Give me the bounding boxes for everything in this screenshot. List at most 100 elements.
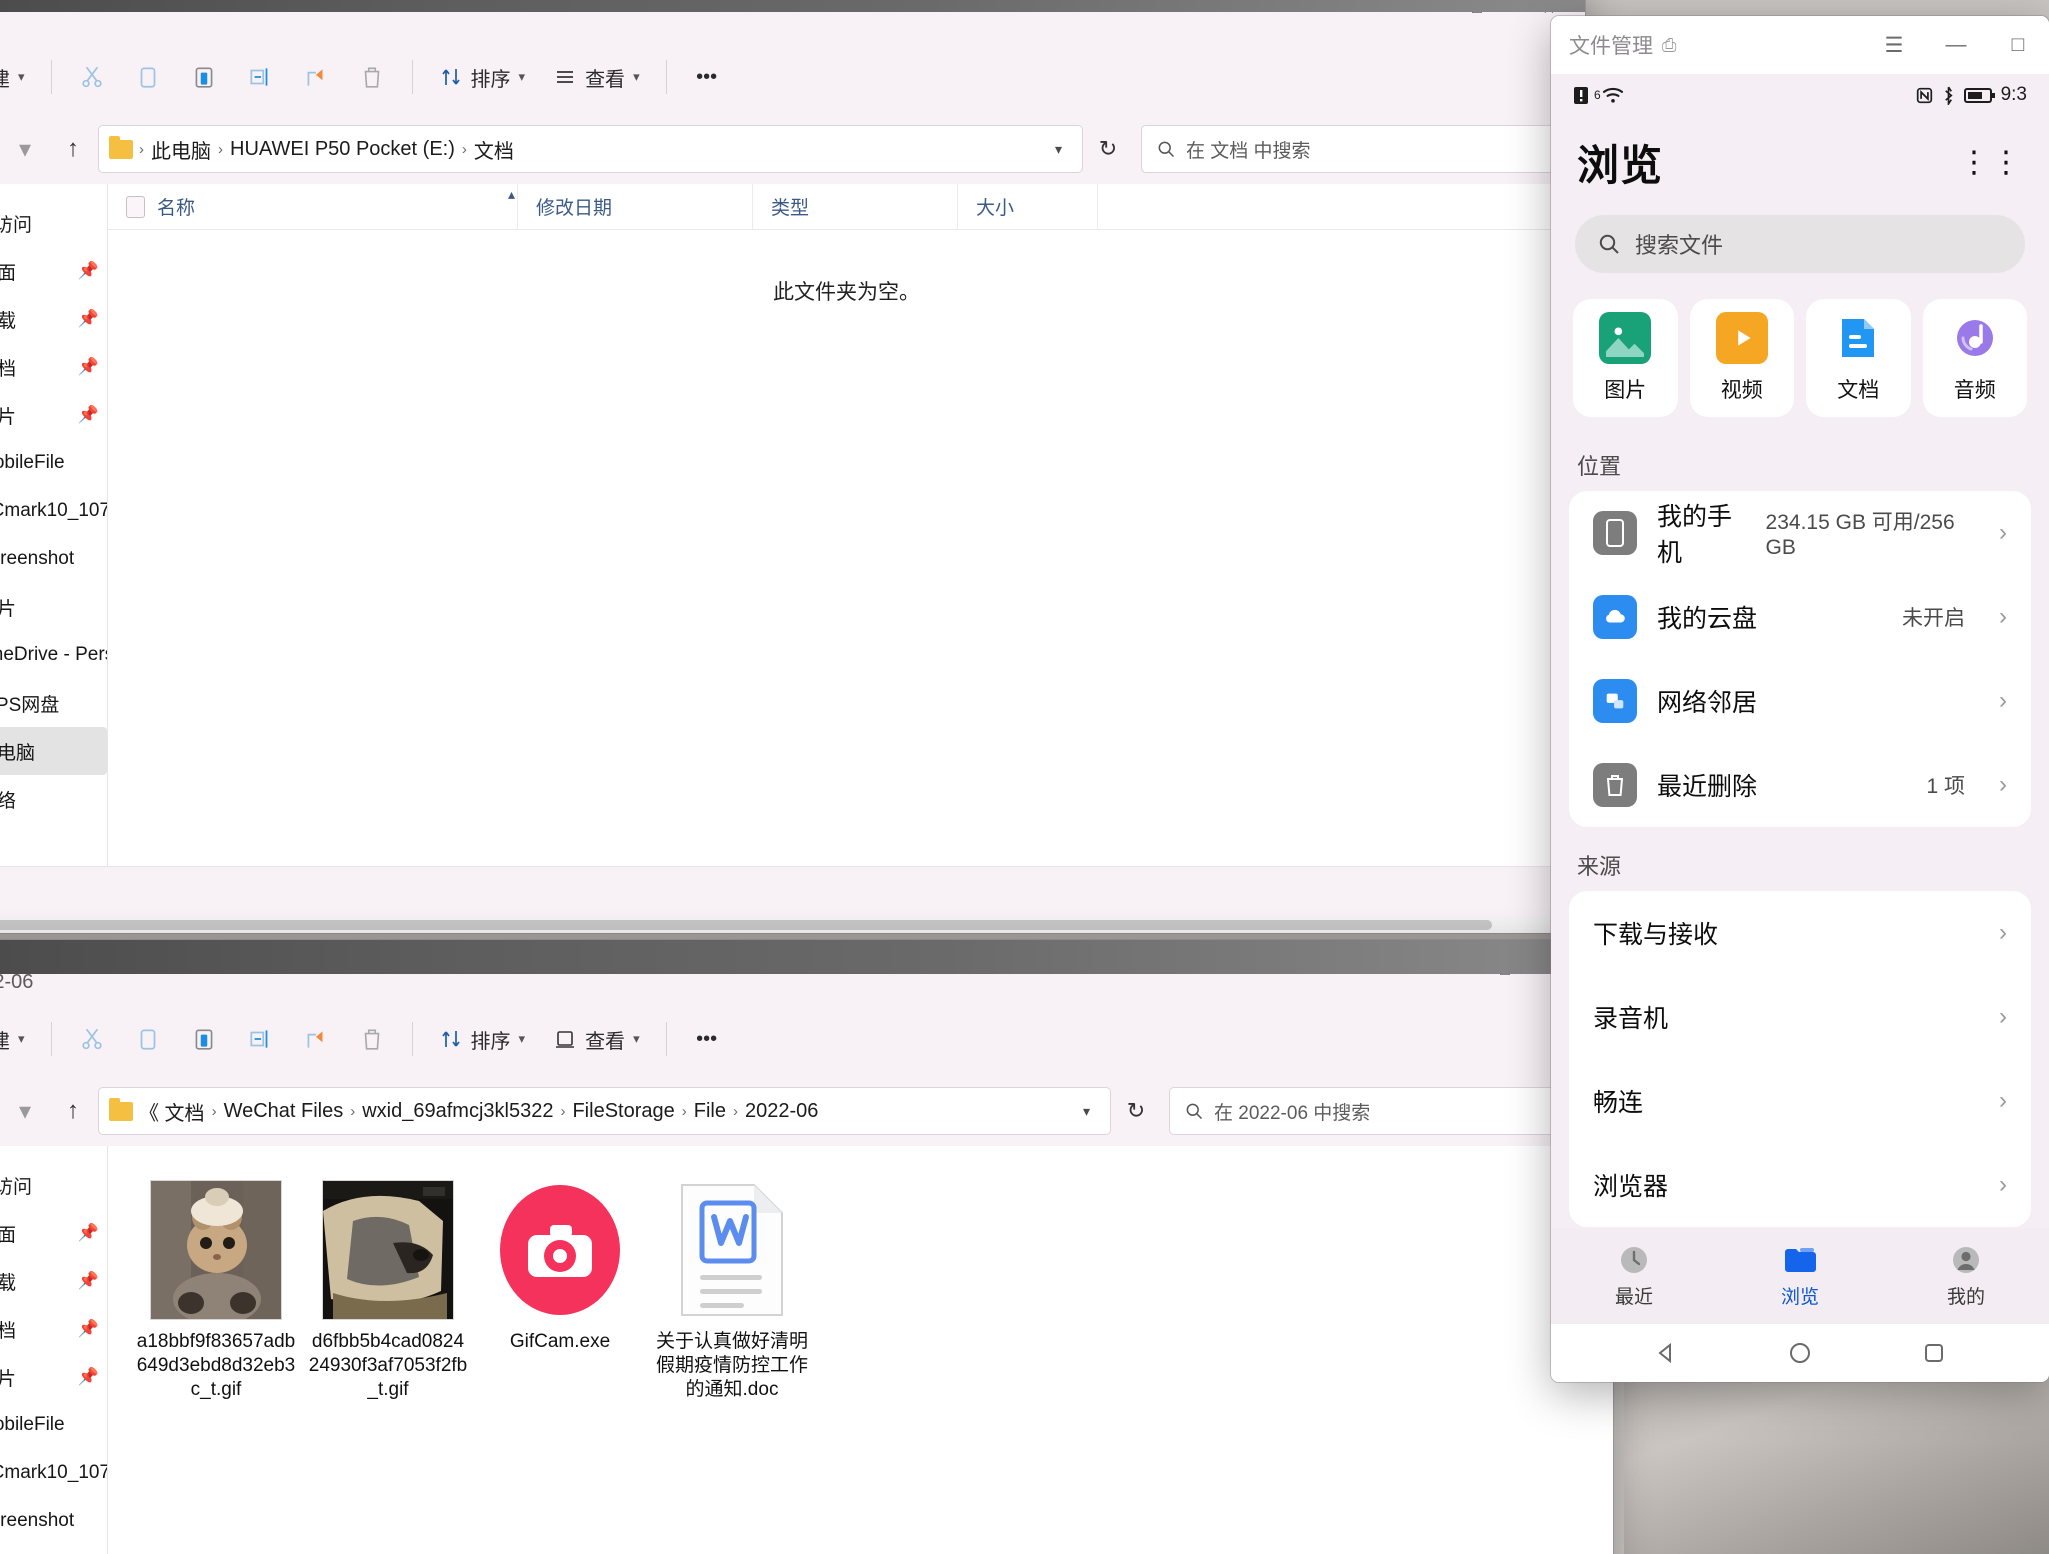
explorer-window-2022-06[interactable]: 2022-06 — □ ✕ 新建 ▾: [0, 940, 1613, 1554]
paste-button[interactable]: [178, 51, 230, 103]
category-documents[interactable]: 文档: [1806, 299, 1911, 417]
title-bar-top[interactable]: — □ ✕: [0, 0, 1585, 40]
address-dropdown-icon[interactable]: ▾: [1045, 141, 1072, 158]
search-box-top[interactable]: 在 文档 中搜索: [1141, 125, 1571, 173]
address-row-bottom[interactable]: → ▾ ↑ 《 文档 › WeChat Files › wxid_69afmcj…: [0, 1076, 1613, 1146]
column-headers-top[interactable]: ▴ 名称 修改日期 类型 大小: [108, 184, 1585, 230]
file-item-gifcam[interactable]: GifCam.exe: [474, 1172, 646, 1409]
delete-button[interactable]: [346, 51, 398, 103]
source-item-browser[interactable]: 浏览器 ›: [1569, 1143, 2031, 1227]
sidebar-item-desktop[interactable]: 桌面 📌: [0, 1209, 107, 1257]
sidebar-item-photos[interactable]: 照片: [0, 583, 107, 631]
menu-button[interactable]: ☰: [1863, 16, 1925, 74]
duplicate-window-icon[interactable]: ⎙: [1662, 35, 1676, 56]
toolbar-bottom[interactable]: 新建 ▾ 排序: [0, 1002, 1613, 1076]
phone-window-controls[interactable]: ☰ — □: [1863, 16, 2049, 74]
breadcrumb-item-0[interactable]: 此电脑: [151, 135, 211, 164]
sidebar-item-documents[interactable]: 文档 📌: [0, 343, 107, 391]
toolbar-top[interactable]: 新建 ▾ 排序: [0, 40, 1585, 114]
sidebar-item-pictures[interactable]: 图片 📌: [0, 391, 107, 439]
sidebar-item-mobilefile[interactable]: MobileFile: [0, 1401, 107, 1449]
maximize-button[interactable]: □: [1987, 16, 2049, 74]
explorer-window-documents[interactable]: — □ ✕ 新建 ▾: [0, 0, 1585, 933]
file-list-pane-top[interactable]: ▴ 名称 修改日期 类型 大小 此文件夹为空。: [108, 184, 1585, 866]
rename-button[interactable]: [234, 51, 286, 103]
address-dropdown-icon[interactable]: ▾: [1073, 1103, 1100, 1120]
refresh-button[interactable]: ↻: [1085, 126, 1131, 172]
location-item-recently-deleted[interactable]: 最近删除 1 项 ›: [1569, 743, 2031, 827]
breadcrumb-item-5[interactable]: 2022-06: [745, 1100, 818, 1123]
column-header-name[interactable]: 名称: [108, 184, 518, 229]
back-icon[interactable]: [1654, 1341, 1678, 1365]
breadcrumb-item-1[interactable]: HUAWEI P50 Pocket (E:): [230, 138, 455, 161]
breadcrumb-item-0[interactable]: 《 文档: [139, 1097, 205, 1126]
file-list-pane-bottom[interactable]: a18bbf9f83657adb649d3ebd8d32eb3c_t.gif d…: [108, 1146, 1613, 1554]
sources-card[interactable]: 下载与接收 › 录音机 › 畅连 › 浏览器 ›: [1569, 891, 2031, 1227]
sidebar-item-pictures[interactable]: 图片 📌: [0, 1353, 107, 1401]
new-button[interactable]: 新建 ▾: [0, 1013, 37, 1065]
breadcrumb-item-3[interactable]: FileStorage: [572, 1100, 674, 1123]
navigation-pane-top[interactable]: 快速访问 桌面 📌 下载 📌 文档 📌: [0, 184, 108, 866]
breadcrumb-item-2[interactable]: wxid_69afmcj3kl5322: [362, 1100, 553, 1123]
sidebar-item-onedrive[interactable]: OneDrive - Personal: [0, 631, 107, 679]
recent-locations-button[interactable]: ▾: [2, 126, 48, 172]
phone-mirror-window[interactable]: 文件管理 ⎙ ☰ — □ 6 9:3 浏览 ⋮⋮ 搜索文件 图片 视频 文档 音…: [1551, 16, 2049, 1382]
refresh-button[interactable]: ↻: [1113, 1088, 1159, 1134]
scrollbar-thumb[interactable]: [0, 920, 1492, 930]
breadcrumb[interactable]: › 此电脑 › HUAWEI P50 Pocket (E:) › 文档: [139, 135, 514, 164]
sidebar-item-pcmark10[interactable]: PCmark10_10753: [0, 487, 107, 535]
sidebar-item-screenshot[interactable]: Screenshot: [0, 1497, 107, 1545]
more-options-button[interactable]: •••: [681, 1013, 733, 1065]
phone-tab-bar[interactable]: 最近 浏览 我的: [1551, 1228, 2049, 1324]
phone-search-input[interactable]: 搜索文件: [1575, 215, 2025, 273]
category-images[interactable]: 图片: [1573, 299, 1678, 417]
sidebar-item-documents[interactable]: 文档 📌: [0, 1305, 107, 1353]
sidebar-item-network[interactable]: 网络: [0, 775, 107, 823]
tab-mine[interactable]: 我的: [1883, 1244, 2049, 1309]
sidebar-item-desktop[interactable]: 桌面 📌: [0, 247, 107, 295]
view-button[interactable]: 查看 ▾: [541, 51, 652, 103]
minimize-button[interactable]: —: [1925, 16, 1987, 74]
category-shortcuts[interactable]: 图片 视频 文档 音频: [1551, 273, 2049, 427]
tab-recent[interactable]: 最近: [1551, 1244, 1717, 1309]
copy-button[interactable]: [122, 1013, 174, 1065]
file-grid[interactable]: a18bbf9f83657adb649d3ebd8d32eb3c_t.gif d…: [108, 1146, 1613, 1409]
new-button[interactable]: 新建 ▾: [0, 51, 37, 103]
sidebar-item-downloads[interactable]: 下载 📌: [0, 1257, 107, 1305]
column-header-size[interactable]: 大小: [958, 184, 1098, 229]
share-button[interactable]: [290, 1013, 342, 1065]
copy-button[interactable]: [122, 51, 174, 103]
sidebar-item-this-pc[interactable]: 此电脑: [0, 727, 107, 775]
sidebar-item-wps[interactable]: WPS网盘: [0, 679, 107, 727]
horizontal-scrollbar-top[interactable]: [0, 917, 1585, 933]
cut-button[interactable]: [66, 1013, 118, 1065]
sidebar-item-downloads[interactable]: 下载 📌: [0, 295, 107, 343]
home-icon[interactable]: [1788, 1341, 1812, 1365]
select-all-checkbox[interactable]: [126, 195, 145, 218]
sort-button[interactable]: 排序 ▾: [427, 51, 538, 103]
recent-locations-button[interactable]: ▾: [2, 1088, 48, 1134]
category-videos[interactable]: 视频: [1689, 299, 1794, 417]
breadcrumb[interactable]: 《 文档 › WeChat Files › wxid_69afmcj3kl532…: [139, 1097, 818, 1126]
file-item-gif-cat[interactable]: a18bbf9f83657adb649d3ebd8d32eb3c_t.gif: [130, 1172, 302, 1409]
location-item-network-neighbor[interactable]: 网络邻居 ›: [1569, 659, 2031, 743]
view-button[interactable]: 查看 ▾: [541, 1013, 652, 1065]
column-header-type[interactable]: 类型: [753, 184, 958, 229]
phone-navigation-bar[interactable]: [1551, 1324, 2049, 1382]
tab-browse[interactable]: 浏览: [1717, 1244, 1883, 1309]
breadcrumb-item-4[interactable]: File: [694, 1100, 726, 1123]
location-item-my-phone[interactable]: 我的手机 234.15 GB 可用/256 GB ›: [1569, 491, 2031, 575]
address-bar[interactable]: › 此电脑 › HUAWEI P50 Pocket (E:) › 文档 ▾: [98, 125, 1083, 173]
location-item-my-cloud[interactable]: 我的云盘 未开启 ›: [1569, 575, 2031, 659]
phone-window-title-bar[interactable]: 文件管理 ⎙ ☰ — □: [1551, 16, 2049, 74]
breadcrumb-item-2[interactable]: 文档: [474, 135, 514, 164]
delete-button[interactable]: [346, 1013, 398, 1065]
cut-button[interactable]: [66, 51, 118, 103]
more-options-button[interactable]: •••: [681, 51, 733, 103]
locations-card[interactable]: 我的手机 234.15 GB 可用/256 GB › 我的云盘 未开启 › 网络…: [1569, 491, 2031, 827]
source-item-recorder[interactable]: 录音机 ›: [1569, 975, 2031, 1059]
more-menu-icon[interactable]: ⋮⋮: [1959, 148, 2023, 178]
title-bar-bottom[interactable]: 2022-06 — □ ✕: [0, 940, 1613, 1002]
rename-button[interactable]: [234, 1013, 286, 1065]
file-item-gif-bear[interactable]: d6fbb5b4cad082424930f3af7053f2fb_t.gif: [302, 1172, 474, 1409]
